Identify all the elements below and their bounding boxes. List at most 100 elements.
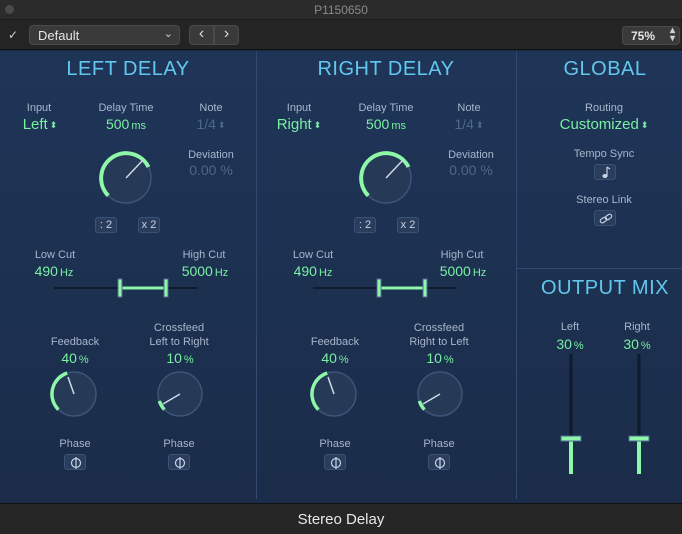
right-feedback-knob[interactable] — [308, 368, 360, 420]
right-feedback-phase-button[interactable] — [324, 454, 346, 470]
plugin-toolbar: ✓ Default ⌄ ‹ › 75% ▴ ▾ — [0, 20, 682, 50]
left-deviation-value[interactable]: 0.00 % — [176, 162, 246, 178]
left-input-label: Input — [26, 102, 52, 114]
right-feedback-value[interactable]: 40% — [304, 350, 366, 366]
right-crossfeed-unit: % — [443, 354, 454, 366]
preset-value: Default — [38, 28, 80, 43]
window-title: P1150650 — [314, 3, 368, 17]
right-highcut-unit: Hz — [472, 267, 487, 279]
left-delay-time-value[interactable]: 500 ms — [86, 116, 166, 132]
stepper-icon: ⬍ — [640, 120, 649, 130]
tempo-sync-label: Tempo Sync — [573, 148, 635, 160]
right-feedback-label: Feedback — [310, 336, 360, 348]
output-left-label: Left — [560, 321, 580, 333]
right-feedback-number: 40 — [321, 350, 337, 366]
right-phase2-label: Phase — [423, 438, 455, 450]
left-note-select[interactable]: 1/4 ⬍ — [186, 116, 236, 132]
phase-icon — [174, 457, 186, 469]
divider — [256, 51, 257, 499]
phase-icon — [434, 457, 446, 469]
output-right-value[interactable]: 30% — [607, 336, 667, 352]
left-input-select[interactable]: Left ⬍ — [10, 116, 70, 133]
left-filter-range-slider[interactable] — [54, 277, 199, 299]
right-crossfeed-phase-button[interactable] — [428, 454, 450, 470]
left-feedback-phase-button[interactable] — [64, 454, 86, 470]
stepper-icon: ⬍ — [313, 120, 322, 130]
output-left-value[interactable]: 30% — [540, 336, 600, 352]
right-crossfeed-sublabel: Right to Left — [409, 336, 469, 348]
next-preset-button[interactable]: › — [214, 25, 239, 45]
right-delay-double-button[interactable]: x 2 — [397, 217, 419, 233]
plugin-footer: Stereo Delay — [0, 503, 682, 534]
right-deviation-label: Deviation — [448, 149, 494, 161]
right-crossfeed-number: 10 — [426, 350, 442, 366]
left-highcut-label: High Cut — [182, 249, 226, 261]
right-delay-time-unit: ms — [391, 120, 407, 132]
left-crossfeed-sublabel: Left to Right — [149, 336, 209, 348]
tempo-sync-button[interactable] — [594, 164, 616, 180]
left-crossfeed-knob[interactable] — [154, 368, 206, 420]
stepper-icon: ⬍ — [49, 120, 58, 130]
left-feedback-number: 40 — [61, 350, 77, 366]
stepper-icon: ⬍ — [475, 120, 484, 130]
left-phase2-label: Phase — [163, 438, 195, 450]
left-crossfeed-unit: % — [183, 354, 194, 366]
left-feedback-value[interactable]: 40% — [44, 350, 106, 366]
music-note-icon — [602, 166, 611, 178]
right-phase1-label: Phase — [319, 438, 351, 450]
chevron-down-icon: ⌄ — [163, 28, 173, 40]
plugin-name: Stereo Delay — [297, 511, 385, 528]
left-feedback-knob[interactable] — [48, 368, 100, 420]
left-deviation-label: Deviation — [188, 149, 234, 161]
left-delay-time-label: Delay Time — [98, 102, 154, 114]
right-delay-halve-button[interactable]: : 2 — [354, 217, 376, 233]
right-filter-range-slider[interactable] — [313, 277, 458, 299]
global-title: GLOBAL — [563, 58, 647, 80]
output-right-number: 30 — [623, 336, 639, 352]
left-delay-time-knob[interactable] — [96, 148, 156, 208]
right-crossfeed-knob[interactable] — [414, 368, 466, 420]
left-feedback-unit: % — [78, 354, 89, 366]
previous-preset-button[interactable]: ‹ — [189, 25, 214, 45]
routing-select[interactable]: Customized ⬍ — [540, 116, 668, 133]
zoom-dropdown[interactable]: 75% ▴ ▾ — [622, 26, 680, 45]
routing-label: Routing — [585, 102, 623, 114]
zoom-value: 75% — [631, 29, 656, 43]
right-deviation-value[interactable]: 0.00 % — [436, 162, 506, 178]
output-left-fader[interactable] — [556, 354, 586, 476]
right-note-select[interactable]: 1/4 ⬍ — [444, 116, 494, 132]
right-note-value: 1/4 — [454, 116, 474, 132]
right-delay-time-value[interactable]: 500 ms — [346, 116, 426, 132]
right-input-select[interactable]: Right ⬍ — [264, 116, 334, 133]
left-delay-double-button[interactable]: x 2 — [138, 217, 160, 233]
stereo-link-button[interactable] — [594, 210, 616, 226]
stepper-icon: ▴ ▾ — [669, 25, 675, 44]
right-crossfeed-value[interactable]: 10% — [410, 350, 470, 366]
right-lowcut-label: Low Cut — [292, 249, 334, 261]
right-input-value: Right — [276, 116, 312, 133]
right-note-label: Note — [457, 102, 481, 114]
left-phase1-label: Phase — [59, 438, 91, 450]
output-right-fader[interactable] — [624, 354, 654, 476]
phase-icon — [330, 457, 342, 469]
right-input-label: Input — [286, 102, 312, 114]
left-note-value: 1/4 — [196, 116, 216, 132]
enable-checkbox[interactable]: ✓ — [6, 28, 20, 42]
link-icon — [599, 213, 613, 224]
right-highcut-label: High Cut — [440, 249, 484, 261]
right-delay-time-knob[interactable] — [356, 148, 416, 208]
right-crossfeed-label: Crossfeed — [413, 322, 465, 334]
right-delay-time-number: 500 — [365, 116, 390, 132]
preset-dropdown[interactable]: Default ⌄ — [29, 25, 180, 45]
left-delay-halve-button[interactable]: : 2 — [95, 217, 117, 233]
left-feedback-label: Feedback — [50, 336, 100, 348]
left-crossfeed-value[interactable]: 10% — [150, 350, 210, 366]
output-right-label: Right — [624, 321, 650, 333]
left-crossfeed-phase-button[interactable] — [168, 454, 190, 470]
stereo-link-label: Stereo Link — [576, 194, 632, 206]
title-bar: P1150650 — [0, 0, 682, 20]
routing-value: Customized — [559, 116, 639, 133]
left-delay-title: LEFT DELAY — [66, 58, 190, 80]
right-delay-time-label: Delay Time — [358, 102, 414, 114]
output-left-number: 30 — [556, 336, 572, 352]
